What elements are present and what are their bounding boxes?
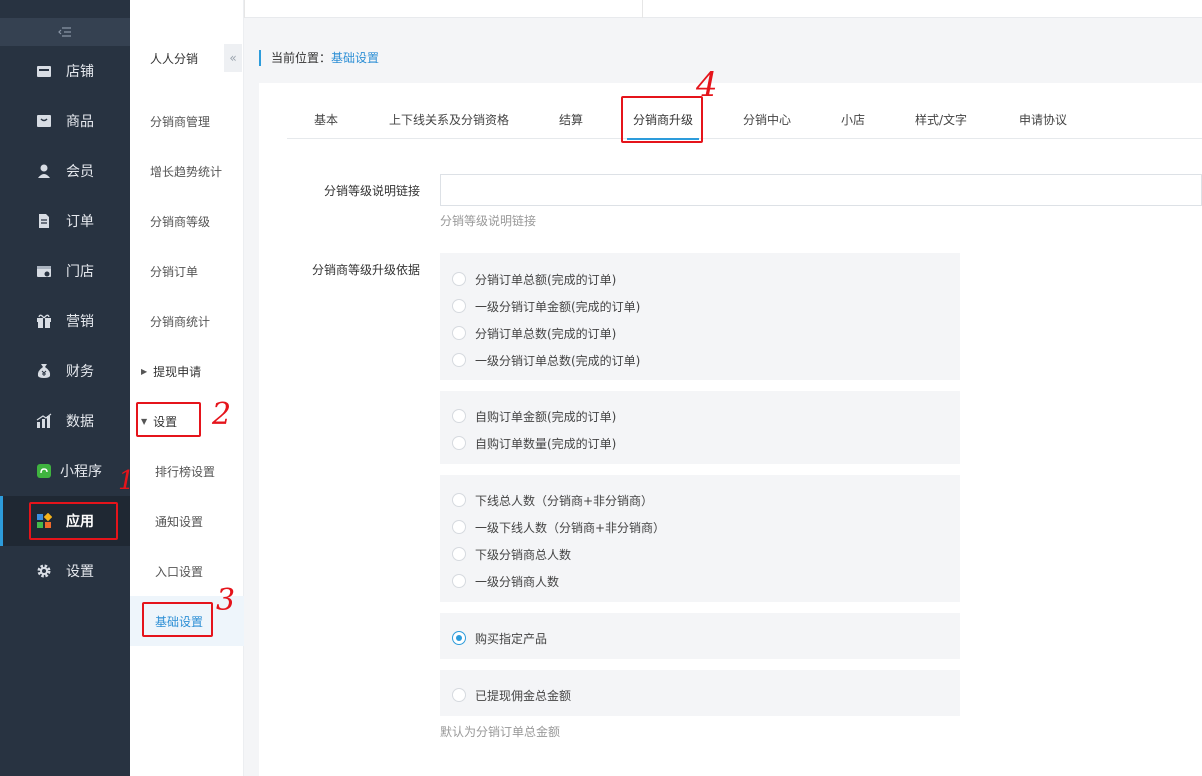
settings-panel: 基本 上下线关系及分销资格 结算 分销商升级 分销中心 小店 样式/文字 申请协… — [259, 83, 1202, 776]
submenu-item-distributor-levels[interactable]: 分销商等级 — [130, 196, 244, 246]
collapse-menu-icon — [58, 27, 71, 37]
annotation-box-upgrade-tab — [621, 96, 703, 143]
submenu-header: 人人分销 « — [130, 18, 244, 98]
level-link-label: 分销等级说明链接 — [323, 184, 420, 198]
tab-basic[interactable]: 基本 — [314, 101, 338, 139]
annotation-number: 4 — [696, 65, 718, 105]
tab-shop[interactable]: 小店 — [841, 101, 865, 139]
level-link-help: 分销等级说明链接 — [440, 214, 537, 228]
caret-right-icon: ▶ — [141, 366, 148, 376]
radio-option[interactable]: 一级下线人数（分销商+非分销商） — [452, 517, 665, 537]
annotation-number: 1 — [118, 466, 135, 496]
radio-option[interactable]: 购买指定产品 — [452, 628, 547, 648]
option-group-commission: 已提现佣金总金额 — [440, 670, 960, 716]
chart-icon — [36, 413, 52, 429]
radio-button[interactable] — [452, 574, 466, 588]
submenu-item-distribution-orders[interactable]: 分销订单 — [130, 246, 244, 296]
tab-relationship[interactable]: 上下线关系及分销资格 — [389, 101, 509, 139]
radio-option[interactable]: 自购订单金额(完成的订单) — [452, 406, 616, 426]
submenu-item-notification-settings[interactable]: 通知设置 — [130, 496, 244, 546]
radio-button[interactable] — [452, 353, 466, 367]
annotation-number: 3 — [216, 583, 236, 618]
submenu-item-distributor-stats[interactable]: 分销商统计 — [130, 296, 244, 346]
radio-option[interactable]: 自购订单数量(完成的订单) — [452, 433, 616, 453]
sidebar-item-settings[interactable]: 设置 — [0, 546, 130, 596]
shop-icon — [36, 263, 52, 279]
option-group-downline: 下线总人数（分销商+非分销商） 一级下线人数（分销商+非分销商） 下级分销商总人… — [440, 475, 960, 602]
radio-button[interactable] — [452, 326, 466, 340]
product-icon — [36, 113, 52, 129]
secondary-menu: 人人分销 « 分销商管理 增长趋势统计 分销商等级 分销订单 分销商统计 ▶ 提… — [130, 0, 244, 776]
radio-button[interactable] — [452, 547, 466, 561]
order-icon — [36, 213, 52, 229]
radio-button[interactable] — [452, 409, 466, 423]
radio-button[interactable] — [452, 520, 466, 534]
radio-button[interactable] — [452, 272, 466, 286]
top-header-bar — [130, 0, 1202, 18]
sidebar-item-finance[interactable]: 财务 — [0, 346, 130, 396]
option-group-product: 购买指定产品 — [440, 613, 960, 659]
level-link-input[interactable] — [440, 174, 1202, 206]
annotation-box-basic-settings — [142, 602, 213, 637]
settings-tabs: 基本 上下线关系及分销资格 结算 分销商升级 分销中心 小店 样式/文字 申请协… — [287, 101, 1202, 140]
radio-button[interactable] — [452, 493, 466, 507]
breadcrumb: 当前位置：基础设置 — [259, 50, 379, 66]
radio-option[interactable]: 一级分销商人数 — [452, 571, 559, 591]
sidebar-item-data[interactable]: 数据 — [0, 396, 130, 446]
radio-option[interactable]: 分销订单总额(完成的订单) — [452, 269, 616, 289]
header-divider — [642, 0, 643, 18]
sidebar-item-store[interactable]: 店铺 — [0, 46, 130, 96]
radio-button-selected[interactable] — [452, 631, 466, 645]
upgrade-basis-label: 分销商等级升级依据 — [311, 263, 420, 277]
radio-option[interactable]: 分销订单总数(完成的订单) — [452, 323, 616, 343]
radio-option[interactable]: 一级分销订单金额(完成的订单) — [452, 296, 640, 316]
radio-option[interactable]: 一级分销订单总数(完成的订单) — [452, 350, 640, 370]
sidebar-item-member[interactable]: 会员 — [0, 146, 130, 196]
option-group-self-purchase: 自购订单金额(完成的订单) 自购订单数量(完成的订单) — [440, 391, 960, 464]
mini-program-icon — [36, 463, 52, 479]
sidebar-collapse-toggle[interactable] — [0, 18, 130, 46]
tab-agreement[interactable]: 申请协议 — [1019, 101, 1067, 139]
header-divider — [244, 0, 245, 18]
submenu-group-withdrawals[interactable]: ▶ 提现申请 — [130, 346, 244, 396]
breadcrumb-current[interactable]: 基础设置 — [331, 51, 379, 65]
submenu-title: 人人分销 — [150, 51, 199, 66]
radio-option[interactable]: 已提现佣金总金额 — [452, 685, 571, 705]
radio-option[interactable]: 下级分销商总人数 — [452, 544, 571, 564]
tab-style-text[interactable]: 样式/文字 — [915, 101, 967, 139]
gift-icon — [36, 313, 52, 329]
collapse-submenu-button[interactable]: « — [224, 44, 242, 72]
annotation-number: 2 — [212, 397, 232, 432]
sidebar-item-order[interactable]: 订单 — [0, 196, 130, 246]
member-icon — [36, 163, 52, 179]
submenu-item-ranking-settings[interactable]: 排行榜设置 — [130, 446, 244, 496]
tab-settlement[interactable]: 结算 — [559, 101, 583, 139]
sidebar-item-product[interactable]: 商品 — [0, 96, 130, 146]
annotation-box-settings — [136, 402, 201, 437]
store-icon — [36, 63, 52, 79]
gear-icon — [36, 563, 52, 579]
annotation-box-apps — [29, 502, 118, 540]
submenu-item-growth-stats[interactable]: 增长趋势统计 — [130, 146, 244, 196]
radio-option[interactable]: 下线总人数（分销商+非分销商） — [452, 490, 653, 510]
option-group-order: 分销订单总额(完成的订单) 一级分销订单金额(完成的订单) 分销订单总数(完成的… — [440, 253, 960, 380]
submenu-item-distributor-management[interactable]: 分销商管理 — [130, 96, 244, 146]
main-sidebar: 店铺 商品 会员 订单 门店 营销 财务 数据 小程序 应用 设置 — [0, 0, 130, 776]
radio-button[interactable] — [452, 436, 466, 450]
upgrade-basis-help: 默认为分销订单总金额 — [440, 725, 561, 739]
radio-button[interactable] — [452, 299, 466, 313]
sidebar-item-shop[interactable]: 门店 — [0, 246, 130, 296]
tab-distribution-center[interactable]: 分销中心 — [743, 101, 791, 139]
radio-button[interactable] — [452, 688, 466, 702]
sidebar-item-mini-program[interactable]: 小程序 — [0, 446, 130, 496]
sidebar-item-marketing[interactable]: 营销 — [0, 296, 130, 346]
money-bag-icon — [36, 363, 52, 379]
